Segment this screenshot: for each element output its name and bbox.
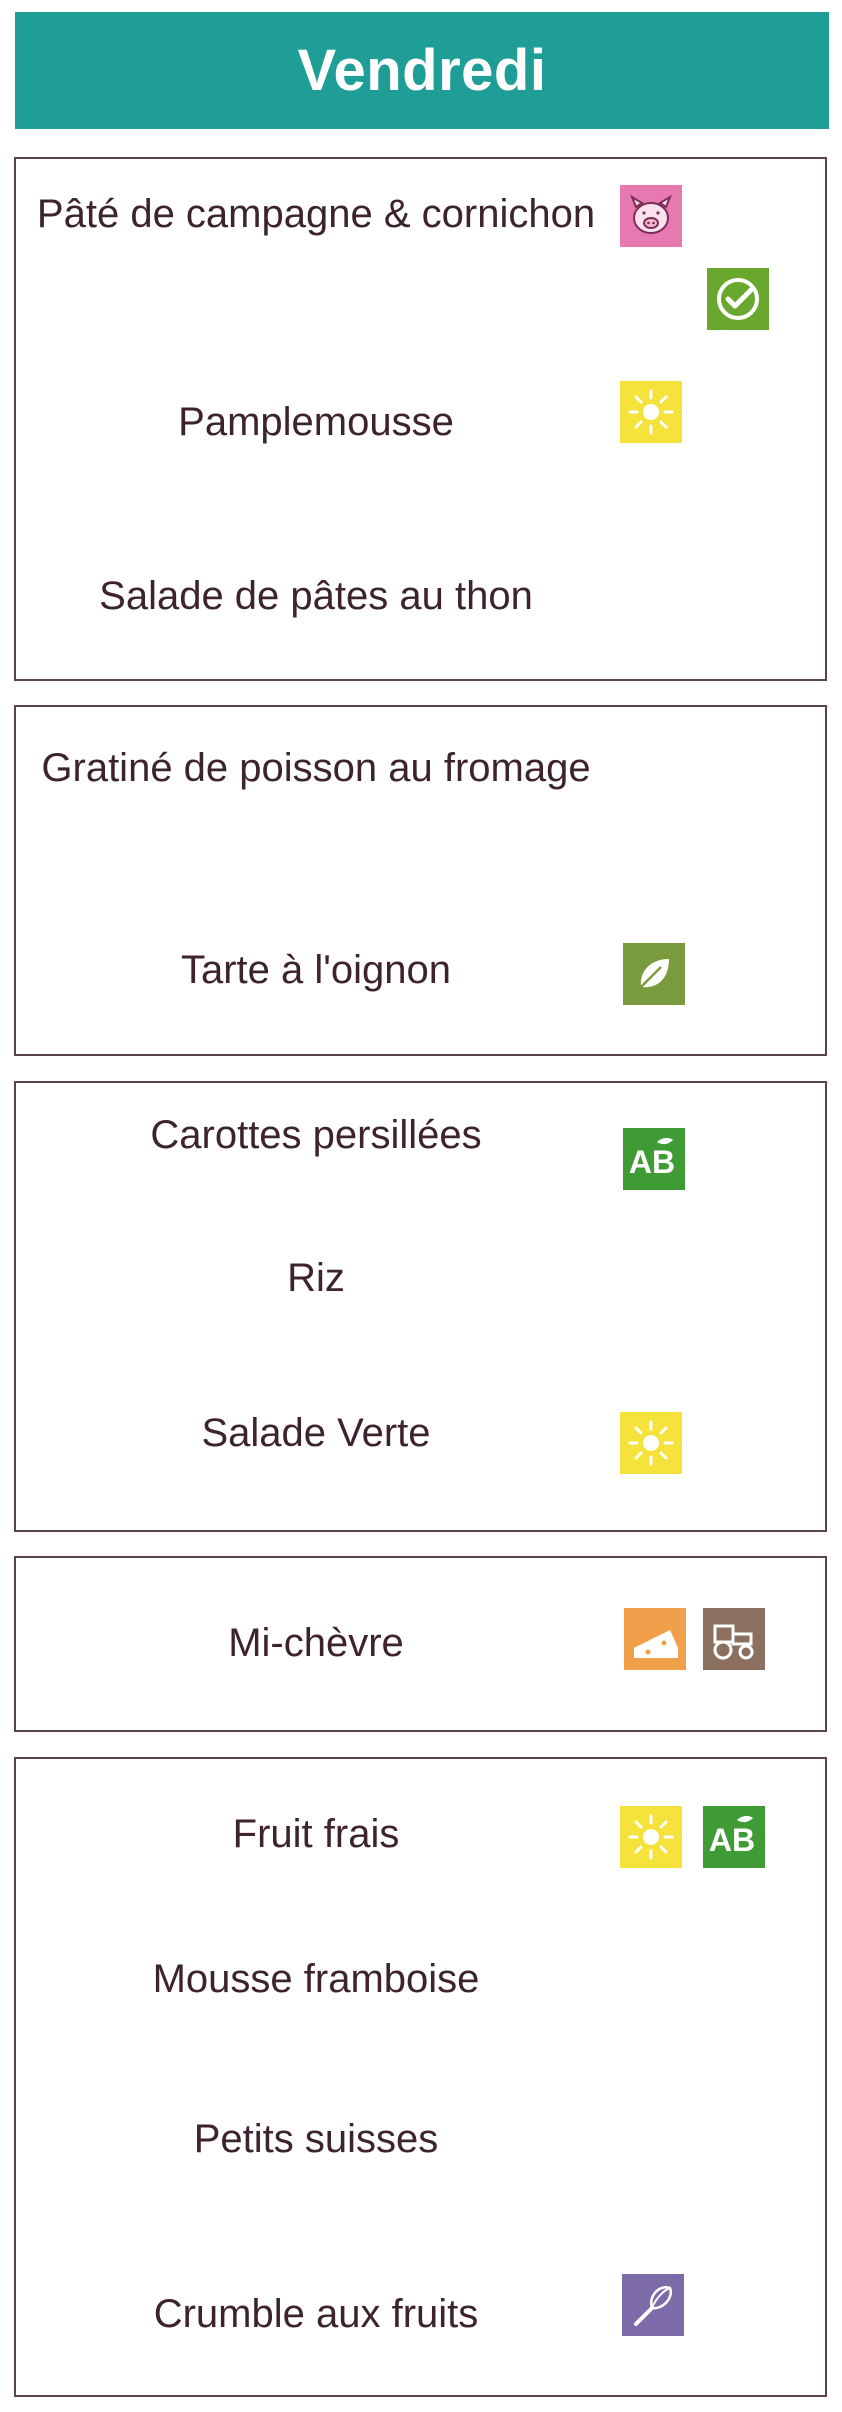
homemade-whisk-icon [622,2274,684,2336]
menu-section-desserts: Fruit frais AB Mousse framboise Petits s… [14,1757,827,2397]
cheese-icon [624,1608,686,1670]
menu-section-starters: Pâté de campagne & cornichon Pamplemouss… [14,157,827,681]
menu-item: Pâté de campagne & cornichon [36,192,596,236]
menu-section-mains: Gratiné de poisson au fromage Tarte à l'… [14,705,827,1056]
organic-ab-icon: AB [703,1806,765,1868]
menu-item: Carottes persillées [150,1113,482,1157]
sun-icon [620,1412,682,1474]
menu-item: Salade Verte [201,1411,431,1455]
menu-item: Pamplemousse [178,400,454,444]
menu-section-cheese: Mi-chèvre [14,1556,827,1732]
menu-item: Crumble aux fruits [153,2292,479,2336]
day-title: Vendredi [15,12,829,129]
menu-item: Riz [287,1256,345,1300]
menu-item: Salade de pâtes au thon [99,574,533,618]
sun-icon [620,381,682,443]
menu-item: Gratiné de poisson au fromage [41,746,591,790]
menu-item: Fruit frais [232,1812,400,1856]
menu-item: Mi-chèvre [228,1621,404,1665]
svg-text:AB: AB [629,1144,675,1180]
pig-icon [620,185,682,247]
quality-check-icon [707,268,769,330]
tractor-icon [703,1608,765,1670]
menu-item: Tarte à l'oignon [180,948,452,992]
menu-item: Mousse framboise [152,1957,480,2001]
menu-item: Petits suisses [193,2117,439,2161]
menu-section-sides: Carottes persillées AB Riz Salade Verte [14,1081,827,1532]
vegetarian-leaf-icon [623,943,685,1005]
organic-ab-icon: AB [623,1128,685,1190]
sun-icon [620,1806,682,1868]
svg-text:AB: AB [709,1822,755,1858]
